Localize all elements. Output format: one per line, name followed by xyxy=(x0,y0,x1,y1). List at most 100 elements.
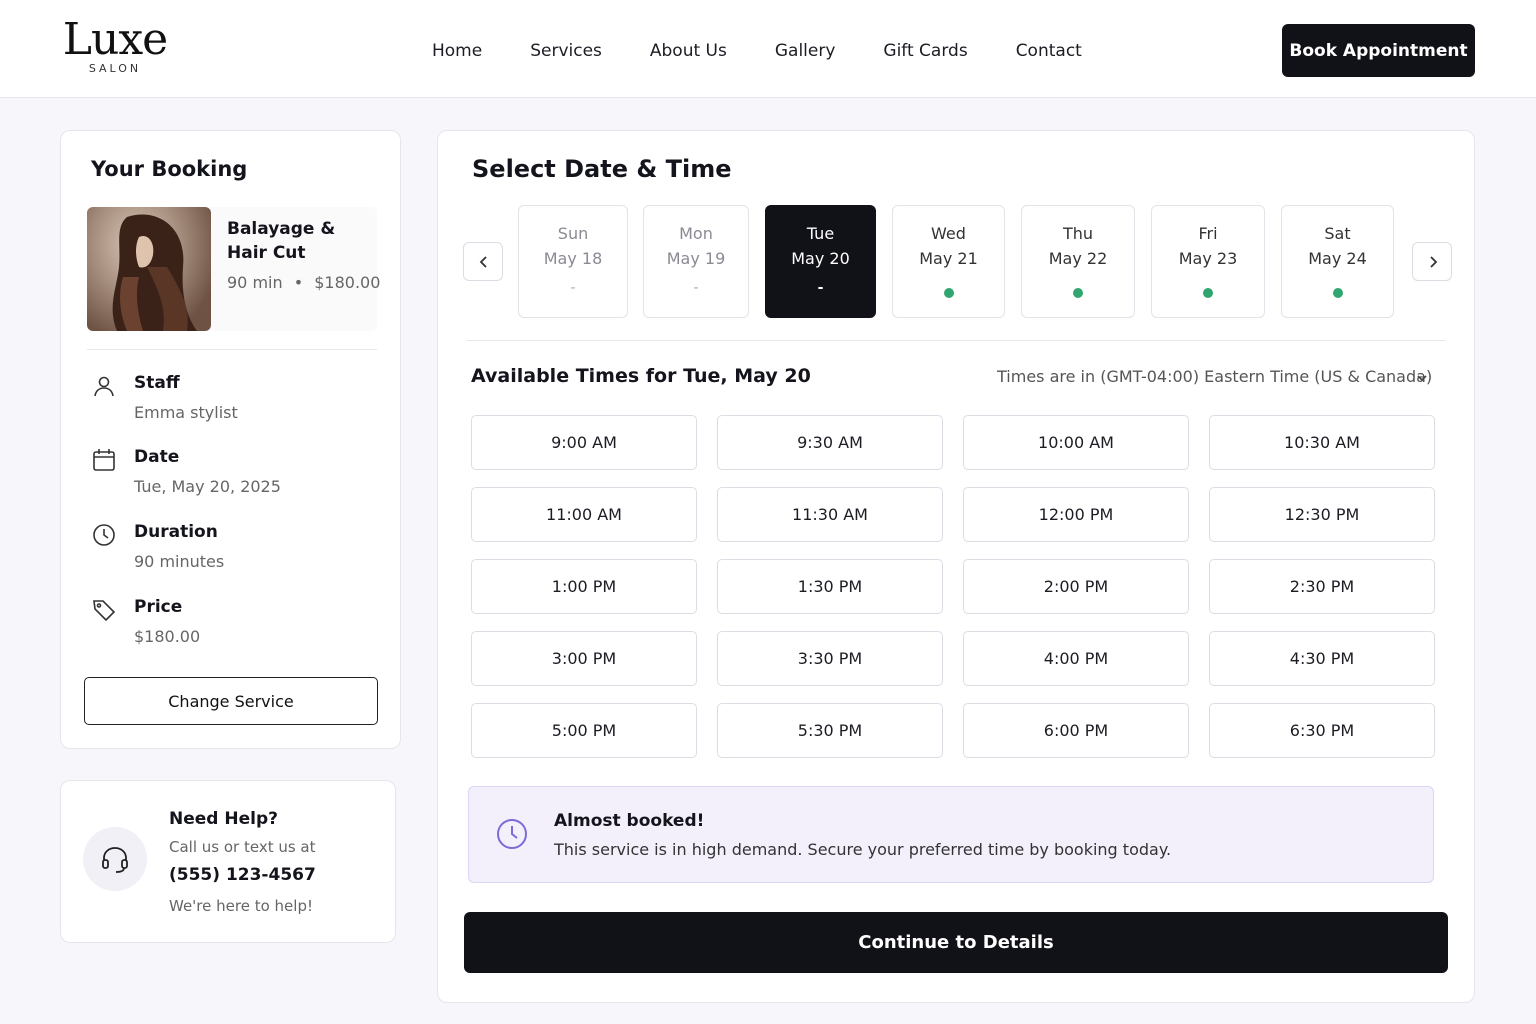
banner-title: Almost booked! xyxy=(554,811,705,831)
day-sat-may-24[interactable]: Sat May 24 xyxy=(1281,205,1394,318)
chevron-right-icon xyxy=(1430,256,1438,268)
time-slot[interactable]: 11:30 AM xyxy=(717,487,943,542)
book-appointment-button[interactable]: Book Appointment xyxy=(1282,24,1475,77)
section-divider xyxy=(466,340,1446,341)
timezone-selector[interactable]: Times are in (GMT-04:00) Eastern Time (U… xyxy=(997,367,1432,386)
service-summary: Balayage & Hair Cut 90 min • $180.00 xyxy=(87,207,380,331)
help-phone-link[interactable]: (555) 123-4567 xyxy=(169,865,316,885)
detail-value: $180.00 xyxy=(134,627,201,646)
day-date: May 21 xyxy=(919,249,978,268)
availability-dot xyxy=(1203,288,1213,298)
site-header: Luxe SALON Home Services About Us Galler… xyxy=(0,0,1536,98)
day-date: May 22 xyxy=(1048,249,1108,268)
availability-dot xyxy=(1332,288,1343,298)
prev-week-button[interactable] xyxy=(463,242,503,281)
high-demand-banner: Almost booked! This service is in high d… xyxy=(468,786,1434,883)
time-slot[interactable]: 4:30 PM xyxy=(1209,631,1435,686)
time-slot[interactable]: 10:30 AM xyxy=(1209,415,1435,470)
section-title: Select Date & Time xyxy=(472,155,732,183)
day-name: Sat xyxy=(1324,224,1351,243)
help-subtitle: Call us or text us at xyxy=(169,838,316,856)
time-slot[interactable]: 3:00 PM xyxy=(471,631,697,686)
day-fri-may-23[interactable]: Fri May 23 xyxy=(1151,205,1265,318)
service-meta: 90 min • $180.00 xyxy=(227,273,380,292)
nav-item-home[interactable]: Home xyxy=(408,38,506,64)
clock-icon xyxy=(91,522,117,548)
day-date: May 23 xyxy=(1178,249,1238,268)
clock-icon xyxy=(497,819,527,849)
detail-value: Emma stylist xyxy=(134,403,238,422)
headset-icon xyxy=(83,827,147,891)
time-slot[interactable]: 6:00 PM xyxy=(963,703,1189,758)
day-mon-may-19: Mon May 19 - xyxy=(643,205,749,318)
service-name: Balayage & Hair Cut xyxy=(227,219,336,263)
detail-label: Duration xyxy=(134,522,218,542)
time-slot[interactable]: 3:30 PM xyxy=(717,631,943,686)
next-week-button[interactable] xyxy=(1412,242,1452,281)
nav-item-about-us[interactable]: About Us xyxy=(626,38,751,64)
time-slot[interactable]: 6:30 PM xyxy=(1209,703,1435,758)
detail-label: Price xyxy=(134,597,183,617)
availability-dot xyxy=(943,288,954,298)
time-slot[interactable]: 2:00 PM xyxy=(963,559,1189,614)
time-slot[interactable]: 11:00 AM xyxy=(471,487,697,542)
day-date: May 18 xyxy=(543,249,603,268)
nav-item-contact[interactable]: Contact xyxy=(992,38,1106,64)
detail-label: Staff xyxy=(134,373,180,393)
day-tue-may-20[interactable]: Tue May 20 - xyxy=(765,205,876,318)
logo[interactable]: Luxe SALON xyxy=(60,14,170,76)
help-footer: We're here to help! xyxy=(169,897,313,915)
time-slot[interactable]: 1:00 PM xyxy=(471,559,697,614)
day-date: May 19 xyxy=(666,249,726,268)
change-service-button[interactable]: Change Service xyxy=(84,677,378,725)
date-time-card: Select Date & Time Sun May 18 - Mon May … xyxy=(437,130,1475,1003)
day-name: Thu xyxy=(1062,224,1094,243)
nav-item-gallery[interactable]: Gallery xyxy=(751,38,860,64)
booking-summary-card: Your Booking Balayage & Hair Cut 90 min … xyxy=(60,130,401,749)
day-name: Sun xyxy=(557,224,589,243)
detail-staff: Staff Emma stylist xyxy=(91,373,371,433)
service-image xyxy=(87,207,211,331)
day-name: Wed xyxy=(931,224,966,243)
calendar-icon xyxy=(91,447,117,473)
day-unavailable-mark: - xyxy=(817,280,824,296)
service-duration: 90 min xyxy=(227,273,283,292)
day-thu-may-22[interactable]: Thu May 22 xyxy=(1021,205,1135,318)
service-price: $180.00 xyxy=(314,273,381,292)
time-slot[interactable]: 9:30 AM xyxy=(717,415,943,470)
main-nav: Home Services About Us Gallery Gift Card… xyxy=(408,38,1106,64)
time-slot[interactable]: 5:30 PM xyxy=(717,703,943,758)
detail-price: Price $180.00 xyxy=(91,597,371,657)
day-date: May 24 xyxy=(1308,249,1367,268)
day-unavailable-mark: - xyxy=(570,280,576,296)
chevron-left-icon xyxy=(479,256,487,268)
tag-icon xyxy=(91,597,117,623)
availability-dot xyxy=(1073,288,1083,298)
available-times-title: Available Times for Tue, May 20 xyxy=(471,365,811,387)
time-slot[interactable]: 12:00 PM xyxy=(963,487,1189,542)
time-slot[interactable]: 9:00 AM xyxy=(471,415,697,470)
detail-label: Date xyxy=(134,447,180,467)
continue-to-details-button[interactable]: Continue to Details xyxy=(464,912,1448,973)
nav-item-gift-cards[interactable]: Gift Cards xyxy=(859,38,991,64)
detail-value: Tue, May 20, 2025 xyxy=(134,477,281,496)
time-slot[interactable]: 10:00 AM xyxy=(963,415,1189,470)
chevron-down-icon[interactable] xyxy=(1415,371,1429,385)
detail-date: Date Tue, May 20, 2025 xyxy=(91,447,371,507)
logo-wordmark: Luxe xyxy=(62,14,168,65)
nav-item-services[interactable]: Services xyxy=(506,38,626,64)
detail-duration: Duration 90 minutes xyxy=(91,522,371,582)
day-name: Fri xyxy=(1198,224,1218,243)
time-slot[interactable]: 4:00 PM xyxy=(963,631,1189,686)
day-unavailable-mark: - xyxy=(693,280,699,296)
time-slot[interactable]: 1:30 PM xyxy=(717,559,943,614)
day-name: Tue xyxy=(806,224,835,243)
booking-title: Your Booking xyxy=(91,157,248,181)
time-slot[interactable]: 12:30 PM xyxy=(1209,487,1435,542)
time-slot[interactable]: 2:30 PM xyxy=(1209,559,1435,614)
user-icon xyxy=(91,373,117,399)
day-sun-may-18: Sun May 18 - xyxy=(518,205,628,318)
banner-text: This service is in high demand. Secure y… xyxy=(554,840,1172,859)
time-slot[interactable]: 5:00 PM xyxy=(471,703,697,758)
day-wed-may-21[interactable]: Wed May 21 xyxy=(892,205,1005,318)
